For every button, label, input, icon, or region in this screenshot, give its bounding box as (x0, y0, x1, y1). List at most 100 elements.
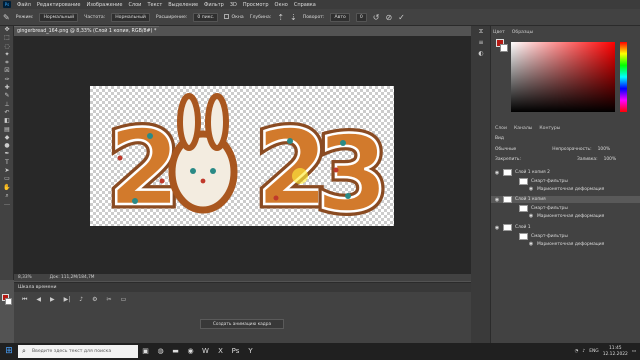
layer-name[interactable]: Слой 1 (515, 225, 531, 230)
path-select-tool-icon[interactable]: ➤ (0, 167, 14, 175)
quick-select-tool-icon[interactable]: ✦ (0, 51, 14, 59)
visibility-eye-icon[interactable]: ◉ (493, 225, 501, 231)
timeline-tab[interactable]: Шкала времени (14, 283, 471, 292)
fill-value[interactable]: 100% (604, 157, 617, 162)
history-panel-icon[interactable]: ⧖ (471, 26, 491, 37)
show-mesh-checkbox[interactable]: Окна (224, 14, 244, 20)
menu-view[interactable]: Просмотр (243, 2, 269, 8)
brush-tool-icon[interactable]: ✎ (0, 92, 14, 100)
adjustments-panel-icon[interactable]: ◐ (471, 48, 491, 59)
puppet-warp-row[interactable]: ◉ Марионеточная деформация (491, 213, 640, 219)
tab-layers[interactable]: Слои (495, 124, 507, 133)
layer-row[interactable]: ◉ Слой 1 копия 2 (491, 169, 640, 176)
more-tools-icon[interactable]: … (0, 200, 14, 208)
start-button-icon[interactable]: ⊞ (0, 343, 18, 360)
filter-eye-icon[interactable]: ◉ (527, 186, 535, 192)
taskbar-search-input[interactable]: Введите здесь текст для поиска (18, 345, 138, 358)
crop-tool-icon[interactable]: ⌗ (0, 59, 14, 67)
first-frame-icon[interactable]: ⏮ (22, 296, 27, 304)
network-icon[interactable]: ◔ (575, 349, 579, 354)
tab-channels[interactable]: Каналы (514, 124, 532, 133)
image-canvas[interactable]: 2 2 2 2 3 3 (90, 86, 394, 240)
puppet-warp-row[interactable]: ◉ Марионеточная деформация (491, 186, 640, 192)
hue-slider[interactable] (620, 42, 627, 112)
menu-filter[interactable]: Фильтр (204, 2, 224, 8)
layer-name[interactable]: Слой 1 копия (515, 197, 546, 202)
eraser-tool-icon[interactable]: ◧ (0, 117, 14, 125)
create-animation-button[interactable]: Создать анимацию кадра (200, 319, 284, 329)
healing-tool-icon[interactable]: ✚ (0, 84, 14, 92)
tab-swatches[interactable]: Образцы (512, 28, 533, 37)
zoom-level[interactable]: 8,33% (18, 274, 32, 281)
yandex-icon[interactable]: Y (243, 343, 258, 360)
audio-icon[interactable]: ♪ (79, 296, 83, 304)
pen-tool-icon[interactable]: ✒ (0, 150, 14, 158)
layer-row-selected[interactable]: ◉ Слой 1 копия (491, 196, 640, 203)
prev-frame-icon[interactable]: ◀ (36, 296, 41, 304)
menu-select[interactable]: Выделение (168, 2, 198, 8)
cancel-icon[interactable]: ⊘ (385, 13, 392, 22)
frame-tool-icon[interactable]: ☒ (0, 67, 14, 75)
depth-down-icon[interactable]: ⇣ (290, 13, 297, 22)
smart-filters-row[interactable]: Смарт-фильтры (491, 205, 640, 212)
volume-icon[interactable]: ♪ (582, 349, 585, 354)
task-view-icon[interactable]: ▣ (138, 343, 153, 360)
depth-up-icon[interactable]: ⇡ (277, 13, 284, 22)
settings-icon[interactable]: ⚙ (92, 296, 97, 304)
density-select[interactable]: Нормальный (111, 12, 150, 22)
stamp-tool-icon[interactable]: ⊥ (0, 101, 14, 109)
tab-color[interactable]: Цвет (493, 28, 505, 37)
expansion-input[interactable]: 0 пикс. (193, 12, 219, 22)
smart-filters-row[interactable]: Смарт-фильтры (491, 233, 640, 240)
visibility-eye-icon[interactable]: ◉ (493, 197, 501, 203)
properties-panel-icon[interactable]: ≡ (471, 37, 491, 48)
zoom-tool-icon[interactable]: ⌕ (0, 192, 14, 200)
panel-background-swatch[interactable] (500, 44, 508, 52)
menu-3d[interactable]: 3D (230, 2, 237, 8)
chrome-icon[interactable]: ◉ (183, 343, 198, 360)
menu-edit[interactable]: Редактирование (37, 2, 81, 8)
photoshop-taskbar-icon[interactable]: Ps (228, 343, 243, 360)
rotate-select[interactable]: Авто (330, 12, 350, 22)
background-color[interactable] (5, 298, 12, 305)
angle-input[interactable]: 0 (355, 12, 367, 22)
mode-select[interactable]: Нормальный (39, 12, 79, 22)
smart-filters-row[interactable]: Смарт-фильтры (491, 178, 640, 185)
kind-filter[interactable]: Вид (495, 136, 504, 141)
filter-eye-icon[interactable]: ◉ (527, 213, 535, 219)
marquee-tool-icon[interactable]: ⬚ (0, 34, 14, 42)
blend-mode-select[interactable]: Обычные (495, 147, 516, 152)
layer-name[interactable]: Слой 1 копия 2 (515, 170, 550, 175)
document-tab[interactable]: gingerbread_164.png @ 8,33% (Слой 1 копи… (14, 26, 159, 36)
menu-text[interactable]: Текст (147, 2, 162, 8)
blur-tool-icon[interactable]: ◆ (0, 134, 14, 142)
puppet-warp-row[interactable]: ◉ Марионеточная деформация (491, 241, 640, 247)
reset-icon[interactable]: ↺ (373, 13, 380, 22)
language-indicator[interactable]: ENG (589, 349, 598, 354)
puppet-warp-icon[interactable]: ✎ (3, 13, 10, 22)
history-brush-tool-icon[interactable]: ↶ (0, 109, 14, 117)
menu-file[interactable]: Файл (17, 2, 31, 8)
notifications-icon[interactable]: ▭ (632, 349, 636, 354)
color-picker-field[interactable] (511, 42, 615, 112)
edge-browser-icon[interactable]: ◍ (153, 343, 168, 360)
word-icon[interactable]: W (198, 343, 213, 360)
tab-paths[interactable]: Контуры (539, 124, 560, 133)
menu-help[interactable]: Справка (294, 2, 316, 8)
layer-row[interactable]: ◉ Слой 1 (491, 224, 640, 231)
excel-icon[interactable]: X (213, 343, 228, 360)
hand-tool-icon[interactable]: ✋ (0, 184, 14, 192)
visibility-eye-icon[interactable]: ◉ (493, 170, 501, 176)
split-icon[interactable]: ✂ (107, 296, 112, 304)
color-swatches[interactable] (2, 294, 12, 306)
menu-layers[interactable]: Слои (128, 2, 141, 8)
dodge-tool-icon[interactable]: ● (0, 142, 14, 150)
lasso-tool-icon[interactable]: ◌ (0, 43, 14, 51)
gradient-tool-icon[interactable]: ▤ (0, 126, 14, 134)
menu-image[interactable]: Изображение (86, 2, 122, 8)
file-explorer-icon[interactable]: ▬ (168, 343, 183, 360)
move-tool-icon[interactable]: ✥ (0, 26, 14, 34)
opacity-value[interactable]: 100% (598, 147, 611, 152)
type-tool-icon[interactable]: T (0, 159, 14, 167)
filter-eye-icon[interactable]: ◉ (527, 241, 535, 247)
